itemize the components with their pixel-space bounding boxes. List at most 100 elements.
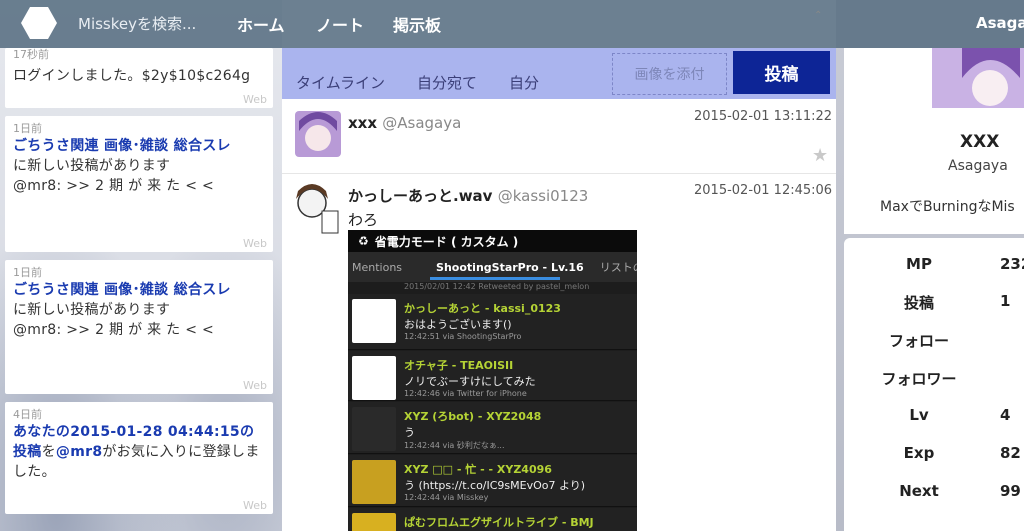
nav-board[interactable]: 掲示板 (393, 0, 441, 48)
notification-thread-link[interactable]: ごちうさ関連 画像･雑談 総合スレ (13, 138, 231, 154)
favorite-star-icon[interactable]: ★ (812, 145, 828, 166)
timeline-post[interactable]: xxx @Asagaya 2015-02-01 13:11:22 ★ (282, 99, 836, 174)
nav-home[interactable]: ホーム (237, 0, 285, 48)
screenshot-row-via: 12:42:44 via 砂利だなぁ... (404, 441, 505, 450)
attach-image-button[interactable]: 画像を添付 (612, 53, 727, 95)
notification-item[interactable]: 1日前 ごちうさ関連 画像･雑談 総合スレ に新しい投稿があります @mr8: … (5, 260, 273, 394)
tab-timeline[interactable]: タイムライン (296, 72, 385, 93)
stat-label: Next (899, 482, 939, 500)
screenshot-row-text: おはようございます() (404, 318, 512, 331)
post-button[interactable]: 投稿 (733, 51, 830, 94)
stat-value: 232 (1000, 255, 1024, 273)
avatar[interactable] (286, 177, 340, 237)
top-header: Misskeyを検索... ホーム ノート 掲示板 Asagay (0, 0, 1024, 48)
screenshot-avatar (352, 460, 396, 504)
stat-row-level: Lv 4 (844, 406, 1024, 444)
screenshot-retweet-line: 2015/02/01 12:42 Retweeted by pastel_mel… (404, 282, 590, 291)
screenshot-row-via: 12:42:46 via Twitter for iPhone (404, 389, 527, 398)
stat-value: 99 (1000, 482, 1021, 500)
screenshot-tab: リストの時 (599, 261, 637, 274)
tab-mine[interactable]: 自分 (509, 72, 539, 93)
nav-note[interactable]: ノート (316, 0, 364, 48)
notification-text: ログインしました。$2y$10$c264g (13, 68, 251, 84)
screenshot-row-name: XYZ □□ - 忙 - - XYZ4096 (404, 463, 552, 476)
profile-handle: Asagaya (948, 158, 1008, 174)
header-user-name[interactable]: Asagay (976, 14, 1024, 32)
notification-time: 1日前 (13, 266, 42, 279)
stat-label: フォロワー (881, 370, 957, 388)
stat-label: 投稿 (903, 294, 934, 312)
screenshot-row: かっしーあっと - kassi_0123 おはようございます() 12:42:5… (348, 294, 637, 350)
screenshot-avatar (352, 513, 396, 531)
notification-thread-link[interactable]: ごちうさ関連 画像･雑談 総合スレ (13, 282, 231, 298)
post-author[interactable]: かっしーあっと.wav @kassi0123 (348, 185, 588, 206)
timeline-tabs: タイムライン 自分宛て 自分 (296, 72, 571, 93)
screenshot-row: ぱむフロムエグザイルトライブ - BMJ (348, 508, 637, 531)
screenshot-row-text: ノリでぶーすけにしてみた (404, 375, 536, 388)
post-timestamp[interactable]: 2015-02-01 12:45:06 (694, 183, 832, 198)
scroll-up-icon[interactable]: ⌃ (814, 10, 830, 32)
screenshot-row: XYZ (ろbot) - XYZ2048 う 12:42:44 via 砂利だな… (348, 402, 637, 454)
search-input[interactable]: Misskeyを検索... (78, 12, 208, 36)
notification-source: Web (243, 93, 267, 106)
stat-row-posts[interactable]: 投稿 1 (844, 292, 1024, 330)
screenshot-avatar (352, 299, 396, 343)
post-timestamp[interactable]: 2015-02-01 13:11:22 (694, 109, 832, 124)
post-handle[interactable]: @kassi0123 (498, 187, 589, 205)
screenshot-tab: Mentions (352, 260, 403, 274)
notification-text: ごちうさ関連 画像･雑談 総合スレ に新しい投稿があります @mr8: >> 2… (13, 138, 231, 194)
profile-avatar[interactable] (932, 48, 1024, 108)
tab-mentions[interactable]: 自分宛て (417, 72, 477, 93)
screenshot-avatar (352, 407, 396, 451)
stat-value: 82 (1000, 444, 1021, 462)
screenshot-row-text: う (404, 426, 415, 439)
profile-name: XXX (960, 132, 1000, 152)
screenshot-status-bar: ♻ 省電力モード ( カスタム ) (348, 230, 637, 252)
screenshot-row-via: 12:42:44 via Misskey (404, 493, 489, 502)
stat-row-following[interactable]: フォロー (844, 330, 1024, 368)
post-text: わろ (348, 211, 379, 229)
avatar[interactable] (295, 111, 341, 157)
screenshot-avatar (352, 356, 396, 400)
post-handle[interactable]: @Asagaya (382, 114, 461, 132)
notification-item[interactable]: 4日前 あなたの2015-01-28 04:44:15の投稿を@mr8がお気に入… (5, 402, 273, 514)
misskey-logo-icon[interactable] (20, 6, 58, 40)
profile-description: MaxでBurningなMis (880, 199, 1015, 215)
notification-source: Web (243, 379, 267, 392)
notification-time: 4日前 (13, 408, 42, 421)
notification-time: 17秒前 (13, 48, 49, 61)
post-author[interactable]: xxx @Asagaya (348, 114, 461, 132)
stat-label: フォロー (888, 332, 949, 350)
stat-value: 1 (1000, 292, 1011, 310)
stat-row-exp: Exp 82 (844, 444, 1024, 482)
stat-label: Lv (909, 406, 929, 424)
notification-source: Web (243, 499, 267, 512)
screenshot-row-text: う (https://t.co/IC9sMEvOo7 より) (404, 479, 586, 492)
recycle-icon: ♻ (358, 234, 369, 248)
stat-row-followers[interactable]: フォロワー (844, 368, 1024, 406)
stat-row-mp: MP 232 (844, 255, 1024, 293)
screenshot-tabs: Mentions ShootingStarPro - Lv.16 リストの時 (348, 252, 637, 282)
screenshot-tab-underline (430, 277, 560, 280)
notification-source: Web (243, 237, 267, 250)
screenshot-row-name: ぱむフロムエグザイルトライブ - BMJ (404, 516, 594, 529)
notification-user-link[interactable]: @mr8 (56, 444, 102, 460)
screenshot-row-name: オチャ子 - TEAOISII (404, 359, 514, 372)
screenshot-row-via: 12:42:51 via ShootingStarPro (404, 332, 522, 341)
screenshot-title: 省電力モード ( カスタム ) (374, 234, 519, 249)
screenshot-row-name: かっしーあっと - kassi_0123 (404, 302, 561, 315)
stat-row-next: Next 99 (844, 482, 1024, 520)
screenshot-row-name: XYZ (ろbot) - XYZ2048 (404, 410, 542, 423)
screenshot-tab: ShootingStarPro - Lv.16 (436, 260, 584, 274)
stat-label: MP (906, 255, 932, 273)
screenshot-row: オチャ子 - TEAOISII ノリでぶーすけにしてみた 12:42:46 vi… (348, 351, 637, 401)
post-attached-image[interactable]: ♻ 省電力モード ( カスタム ) Mentions ShootingStarP… (348, 230, 637, 531)
notification-text: ごちうさ関連 画像･雑談 総合スレ に新しい投稿があります @mr8: >> 2… (13, 282, 231, 338)
notification-time: 1日前 (13, 122, 42, 135)
stat-value: 4 (1000, 406, 1011, 424)
screenshot-row: XYZ □□ - 忙 - - XYZ4096 う (https://t.co/I… (348, 455, 637, 507)
notification-text: あなたの2015-01-28 04:44:15の投稿を@mr8がお気に入りに登録… (13, 424, 260, 480)
notification-item[interactable]: 17秒前 ログインしました。$2y$10$c264g Web (5, 48, 273, 108)
notification-item[interactable]: 1日前 ごちうさ関連 画像･雑談 総合スレ に新しい投稿があります @mr8: … (5, 116, 273, 252)
stat-label: Exp (903, 444, 935, 462)
